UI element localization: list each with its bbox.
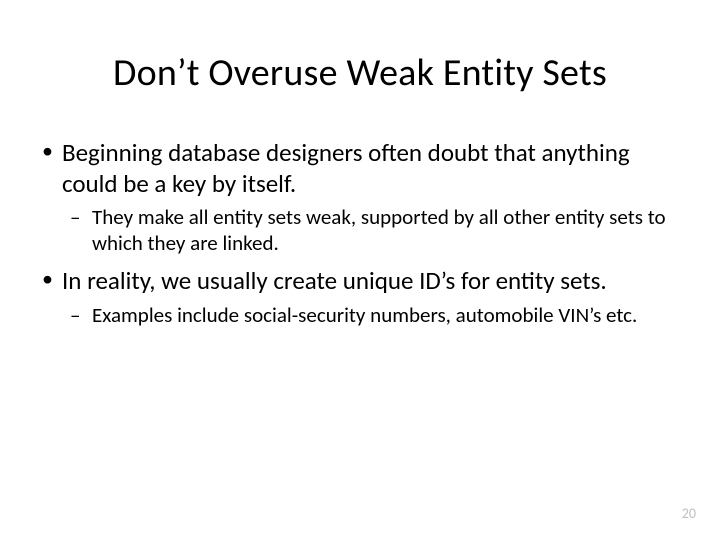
bullet-list: Beginning database designers often doubt… [36, 138, 684, 328]
bullet-text: In reality, we usually create unique ID’… [62, 265, 607, 296]
sub-bullet-list: They make all entity sets weak, supporte… [62, 205, 684, 256]
slide-title: Don’t Overuse Weak Entity Sets [36, 50, 684, 96]
page-number: 20 [682, 505, 696, 522]
sub-bullet-text: Examples include social-security numbers… [92, 302, 637, 328]
list-item: Beginning database designers often doubt… [36, 138, 684, 256]
sub-bullet-text: They make all entity sets weak, supporte… [92, 204, 666, 256]
list-item: Examples include social-security numbers… [62, 303, 684, 329]
list-item: They make all entity sets weak, supporte… [62, 205, 684, 256]
sub-bullet-list: Examples include social-security numbers… [62, 303, 684, 329]
list-item: In reality, we usually create unique ID’… [36, 266, 684, 328]
bullet-text: Beginning database designers often doubt… [62, 137, 630, 199]
